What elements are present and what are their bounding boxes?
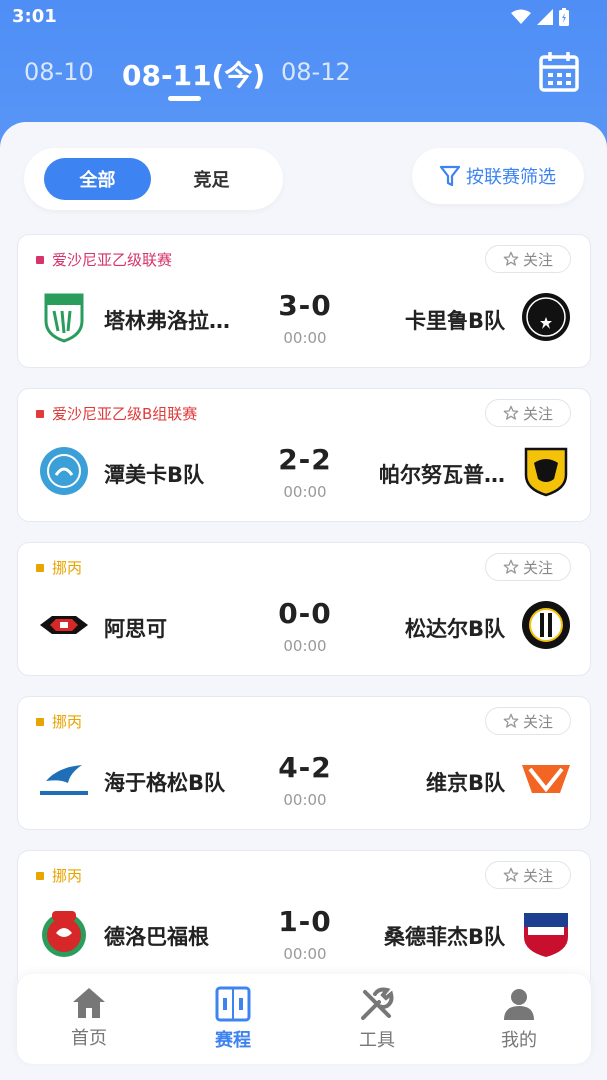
home-team-name: 德洛巴福根: [104, 925, 209, 949]
tools-icon: [361, 987, 394, 1020]
follow-button[interactable]: 关注: [485, 399, 571, 427]
star-icon: [503, 405, 519, 420]
nav-home-label: 首页: [71, 1028, 107, 1049]
home-team-name: 潭美卡B队: [104, 463, 205, 487]
away-team-name: 桑德菲杰B队: [383, 925, 505, 949]
home-team-name: 阿思可: [104, 617, 167, 641]
team-logo-home: [42, 911, 86, 957]
match-score: 0-0: [278, 597, 332, 630]
away-team-name: 卡里鲁B队: [404, 309, 505, 333]
league-label: 爱沙尼亚乙级B组联赛: [36, 403, 197, 424]
league-label: 挪丙: [36, 865, 82, 886]
follow-button[interactable]: 关注: [485, 553, 571, 581]
league-label: 挪丙: [36, 711, 82, 732]
signal-icon: [537, 9, 553, 25]
match-card[interactable]: 爱沙尼亚乙级联赛 关注 塔林弗洛拉… 3-0 00:00 卡里鲁B队: [17, 234, 591, 368]
nav-schedule[interactable]: 赛程: [193, 986, 273, 1052]
date-tab-indicator: [168, 96, 201, 101]
match-time: 00:00: [283, 637, 327, 655]
league-dot: [36, 871, 44, 880]
nav-tools[interactable]: 工具: [337, 986, 417, 1052]
match-score: 4-2: [278, 751, 332, 784]
away-team-name: 松达尔B队: [404, 617, 505, 641]
filter-all-button[interactable]: 全部: [44, 158, 151, 200]
status-bar: 3:01: [0, 0, 607, 34]
filter-icon: [440, 165, 460, 187]
user-icon: [504, 989, 534, 1020]
team-logo-away: [522, 765, 570, 793]
team-logo-home: [40, 765, 88, 795]
star-icon: [503, 867, 519, 882]
match-card[interactable]: 挪丙 关注 海于格松B队 4-2 00:00 维京B队: [17, 696, 591, 830]
match-card[interactable]: 挪丙 关注 德洛巴福根 1-0 00:00 桑德菲杰B队: [17, 850, 591, 980]
team-logo-away: [524, 447, 568, 497]
league-name: 爱沙尼亚乙级联赛: [52, 251, 173, 269]
league-name: 爱沙尼亚乙级B组联赛: [52, 405, 198, 423]
bottom-nav: 首页 赛程 工具 我的: [17, 974, 591, 1064]
battery-icon: [559, 8, 569, 26]
league-dot: [36, 563, 44, 572]
schedule-icon: [215, 986, 251, 1022]
league-name: 挪丙: [52, 713, 83, 731]
team-logo-home: [44, 293, 84, 343]
team-logo-away: [522, 601, 570, 649]
league-name: 挪丙: [52, 867, 83, 885]
star-icon: [503, 559, 519, 574]
league-label: 挪丙: [36, 557, 82, 578]
home-icon: [73, 988, 105, 1018]
date-tab-today[interactable]: 08-11(今): [122, 54, 265, 94]
nav-tools-label: 工具: [359, 1030, 395, 1051]
league-dot: [36, 255, 44, 264]
match-card[interactable]: 爱沙尼亚乙级B组联赛 关注 潭美卡B队 2-2 00:00 帕尔努瓦普…: [17, 388, 591, 522]
calendar-icon: [539, 52, 579, 92]
home-team-name: 海于格松B队: [104, 771, 226, 795]
match-score: 3-0: [278, 289, 332, 322]
league-name: 挪丙: [52, 559, 83, 577]
away-team-name: 维京B队: [425, 771, 505, 795]
match-score: 2-2: [278, 443, 332, 476]
league-dot: [36, 409, 44, 418]
content-panel: 全部 竞足 按联赛筛选 爱沙尼亚乙级联赛 关注 塔林弗洛拉… 3-0 00:00…: [0, 122, 607, 1080]
calendar-button[interactable]: [538, 50, 580, 94]
status-icons: [511, 8, 569, 26]
filter-jingzu-button[interactable]: 竞足: [158, 158, 265, 200]
match-type-segment: 全部 竞足: [24, 148, 283, 210]
star-icon: [503, 713, 519, 728]
follow-label: 关注: [522, 712, 553, 731]
date-tab-next[interactable]: 08-12: [281, 58, 351, 86]
league-filter-label: 按联赛筛选: [466, 167, 556, 188]
league-filter-button[interactable]: 按联赛筛选: [412, 148, 584, 204]
follow-label: 关注: [522, 866, 553, 885]
follow-label: 关注: [522, 250, 553, 269]
match-card[interactable]: 挪丙 关注 阿思可 0-0 00:00 松达尔B队: [17, 542, 591, 676]
date-tab-prev[interactable]: 08-10: [24, 58, 94, 86]
team-logo-home: [40, 616, 88, 634]
follow-label: 关注: [522, 404, 553, 423]
nav-schedule-label: 赛程: [215, 1030, 251, 1051]
league-dot: [36, 717, 44, 726]
follow-button[interactable]: 关注: [485, 707, 571, 735]
team-logo-away: [524, 913, 568, 957]
star-icon: [503, 251, 519, 266]
follow-button[interactable]: 关注: [485, 245, 571, 273]
follow-button[interactable]: 关注: [485, 861, 571, 889]
nav-profile[interactable]: 我的: [479, 986, 559, 1052]
home-team-name: 塔林弗洛拉…: [104, 309, 230, 333]
wifi-icon: [511, 9, 531, 24]
match-time: 00:00: [283, 329, 327, 347]
date-tabs: 08-10 08-11(今) 08-12: [0, 50, 607, 110]
team-logo-home: [40, 447, 88, 495]
nav-home[interactable]: 首页: [49, 986, 129, 1050]
away-team-name: 帕尔努瓦普…: [379, 463, 505, 487]
match-score: 1-0: [278, 905, 332, 938]
match-time: 00:00: [283, 483, 327, 501]
league-label: 爱沙尼亚乙级联赛: [36, 249, 172, 270]
match-time: 00:00: [283, 945, 327, 963]
status-time: 3:01: [12, 6, 57, 27]
follow-label: 关注: [522, 558, 553, 577]
nav-profile-label: 我的: [501, 1030, 537, 1051]
team-logo-away: [522, 293, 570, 341]
match-time: 00:00: [283, 791, 327, 809]
